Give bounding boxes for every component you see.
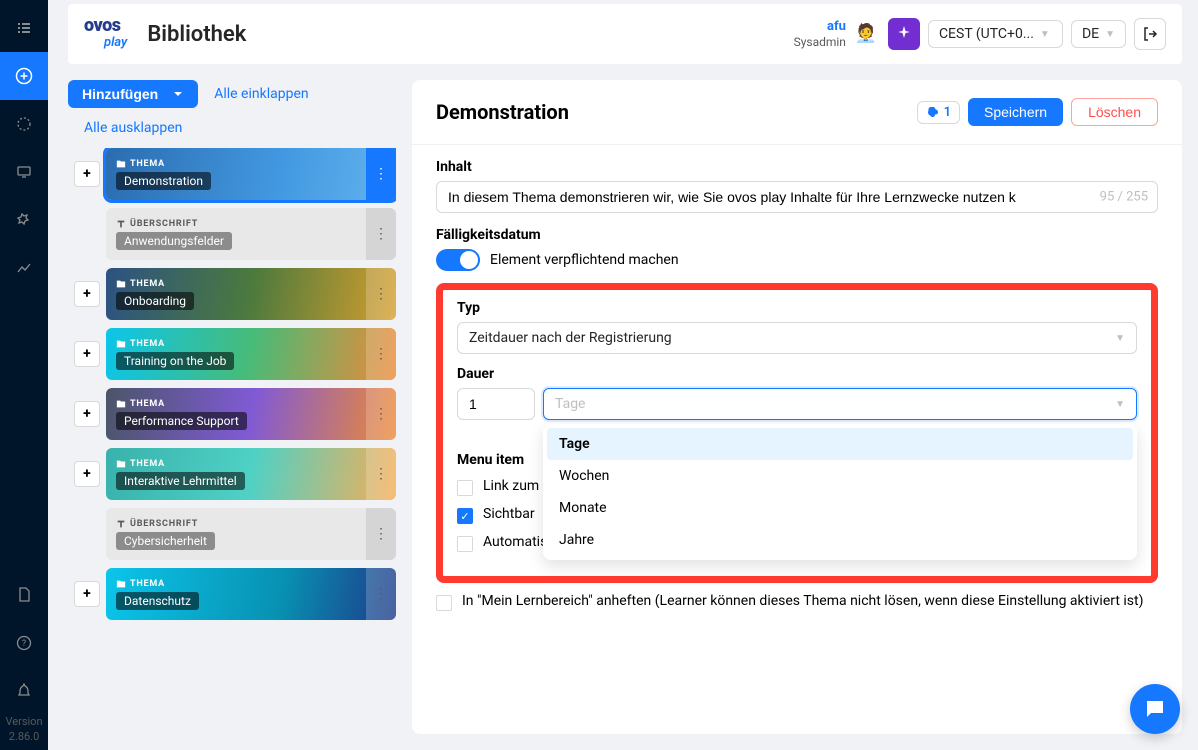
topbar: ovos play Bibliothek afu Sysadmin 🧑‍💼 CE…: [68, 4, 1182, 64]
rail-help[interactable]: ?: [0, 619, 48, 667]
typ-select[interactable]: Zeitdauer nach der Registrierung▼: [457, 322, 1137, 354]
due-label: Fälligkeitsdatum: [436, 227, 1158, 243]
logout-button[interactable]: [1134, 18, 1166, 50]
typ-label: Typ: [457, 300, 1137, 316]
card-menu-button[interactable]: ⋮: [366, 148, 396, 200]
inhalt-input[interactable]: [436, 181, 1158, 213]
save-button[interactable]: Speichern: [968, 98, 1063, 126]
tree-theme-card[interactable]: THEMAOnboarding⋮: [106, 268, 396, 320]
tree-theme-card[interactable]: THEMAPerformance Support⋮: [106, 388, 396, 440]
tree-heading-card[interactable]: ÜBERSCHRIFTAnwendungsfelder⋮: [106, 208, 396, 260]
nav-rail: ? Version 2.86.0: [0, 0, 48, 750]
dropdown-option[interactable]: Monate: [547, 492, 1133, 524]
tree-add-button[interactable]: +: [74, 461, 100, 487]
check-visible[interactable]: ✓: [457, 508, 473, 524]
dauer-label: Dauer: [457, 366, 1137, 382]
brain-icon: [926, 105, 940, 119]
rail-menu[interactable]: [0, 4, 48, 52]
panel-title: Demonstration: [436, 100, 909, 124]
logo: ovos play: [84, 18, 127, 49]
card-menu-button[interactable]: ⋮: [366, 448, 396, 500]
highlight-box: Typ Zeitdauer nach der Registrierung▼ Da…: [436, 283, 1158, 583]
tree-heading-card[interactable]: ÜBERSCHRIFTCybersicherheit⋮: [106, 508, 396, 560]
version-info: Version 2.86.0: [5, 715, 42, 750]
user-block[interactable]: afu Sysadmin 🧑‍💼: [794, 19, 880, 49]
add-button[interactable]: Hinzufügen: [68, 80, 198, 108]
tree-add-button[interactable]: +: [74, 341, 100, 367]
tree-add-button[interactable]: +: [74, 581, 100, 607]
detail-panel: Demonstration 1 Speichern Löschen Inhalt…: [412, 80, 1182, 734]
check-pin[interactable]: [436, 595, 452, 611]
rail-notify[interactable]: [0, 667, 48, 715]
tree-theme-card[interactable]: THEMATraining on the Job⋮: [106, 328, 396, 380]
rail-document[interactable]: [0, 571, 48, 619]
chevron-down-icon: ▼: [1040, 29, 1050, 40]
check-email[interactable]: [457, 536, 473, 552]
user-role: Sysadmin: [794, 35, 846, 49]
dropdown-option[interactable]: Wochen: [547, 460, 1133, 492]
chat-fab[interactable]: [1130, 684, 1180, 734]
card-menu-button[interactable]: ⋮: [366, 388, 396, 440]
brain-badge[interactable]: 1: [917, 101, 960, 124]
page-title: Bibliothek: [147, 22, 246, 47]
rail-chat[interactable]: [0, 100, 48, 148]
inhalt-label: Inhalt: [436, 159, 1158, 175]
dauer-unit-dropdown: TageWochenMonateJahre: [543, 424, 1137, 560]
dauer-unit-select[interactable]: Tage▼: [543, 388, 1137, 420]
tree-theme-card[interactable]: THEMADemonstration⋮: [106, 148, 396, 200]
card-menu-button[interactable]: ⋮: [366, 568, 396, 620]
dropdown-option[interactable]: Tage: [547, 428, 1133, 460]
tree-theme-card[interactable]: THEMAInteraktive Lehrmittel⋮: [106, 448, 396, 500]
card-menu-button[interactable]: ⋮: [366, 328, 396, 380]
chevron-down-icon: [172, 88, 184, 100]
rail-display[interactable]: [0, 148, 48, 196]
dauer-number-input[interactable]: [457, 388, 535, 420]
mandatory-label: Element verpflichtend machen: [490, 252, 679, 268]
timezone-select[interactable]: CEST (UTC+0...▼: [928, 20, 1063, 48]
language-select[interactable]: DE▼: [1071, 20, 1126, 48]
tree-theme-card[interactable]: THEMADatenschutz⋮: [106, 568, 396, 620]
svg-text:?: ?: [22, 639, 26, 649]
mandatory-toggle[interactable]: [436, 249, 480, 271]
collapse-all-link[interactable]: Alle einklappen: [214, 86, 308, 102]
chevron-down-icon: ▼: [1115, 399, 1125, 410]
expand-all-link[interactable]: Alle ausklappen: [84, 120, 396, 136]
rail-add[interactable]: [0, 52, 48, 100]
rail-analytics[interactable]: [0, 244, 48, 292]
chevron-down-icon: ▼: [1105, 29, 1115, 40]
tree-add-button[interactable]: +: [74, 401, 100, 427]
card-menu-button[interactable]: ⋮: [366, 208, 396, 260]
chevron-down-icon: ▼: [1115, 333, 1125, 344]
tree-add-button[interactable]: +: [74, 161, 100, 187]
check-link[interactable]: [457, 480, 473, 496]
delete-button[interactable]: Löschen: [1071, 98, 1158, 126]
tree-panel: Hinzufügen Alle einklappen Alle ausklapp…: [68, 80, 396, 734]
dropdown-option[interactable]: Jahre: [547, 524, 1133, 556]
tree-add-button[interactable]: +: [74, 281, 100, 307]
user-name: afu: [794, 19, 846, 35]
ai-sparkle-button[interactable]: [888, 18, 920, 50]
avatar: 🧑‍💼: [852, 20, 880, 48]
card-menu-button[interactable]: ⋮: [366, 268, 396, 320]
char-count: 95 / 255: [1100, 190, 1148, 205]
rail-settings[interactable]: [0, 196, 48, 244]
card-menu-button[interactable]: ⋮: [366, 508, 396, 560]
